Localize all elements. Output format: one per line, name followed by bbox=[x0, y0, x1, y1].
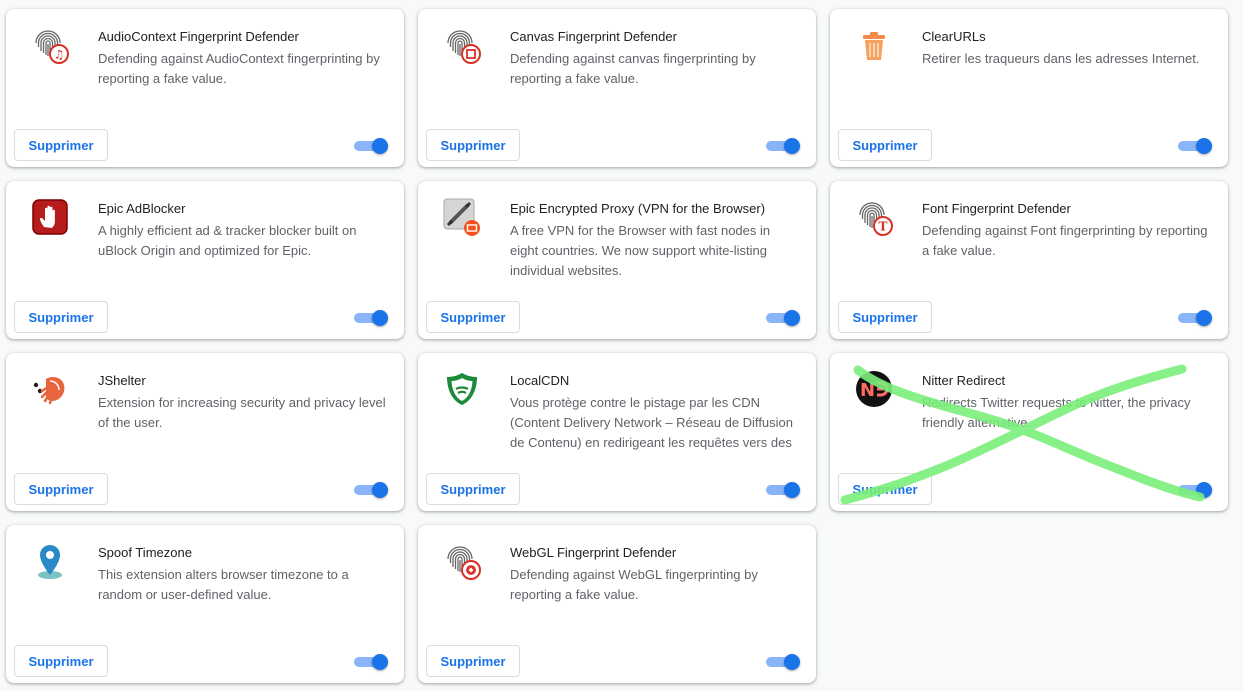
extension-name: Spoof Timezone bbox=[98, 545, 192, 560]
extension-name: WebGL Fingerprint Defender bbox=[510, 545, 677, 560]
extension-description: Defending against Font fingerprinting by… bbox=[922, 223, 1208, 258]
enable-toggle[interactable] bbox=[766, 482, 800, 498]
fingerprint-audio-icon: ♫ bbox=[30, 25, 70, 65]
extension-card: ClearURLs Retirer les traqueurs dans les… bbox=[830, 9, 1228, 167]
extension-card: Epic Encrypted Proxy (VPN for the Browse… bbox=[418, 181, 816, 339]
extension-card: LocalCDN Vous protège contre le pistage … bbox=[418, 353, 816, 511]
svg-text:T: T bbox=[879, 220, 888, 234]
enable-toggle[interactable] bbox=[766, 654, 800, 670]
remove-button[interactable]: Supprimer bbox=[14, 301, 108, 333]
extension-description: Extension for increasing security and pr… bbox=[98, 395, 386, 430]
map-pin-icon bbox=[30, 541, 70, 581]
remove-button[interactable]: Supprimer bbox=[838, 301, 932, 333]
toggle-knob bbox=[372, 138, 388, 154]
extensions-grid: ♫ AudioContext Fingerprint Defender Defe… bbox=[0, 0, 1243, 691]
extension-name: LocalCDN bbox=[510, 373, 570, 388]
enable-toggle[interactable] bbox=[354, 654, 388, 670]
extension-card: N Nitter Redirect Redirects Twitter requ… bbox=[830, 353, 1228, 511]
enable-toggle[interactable] bbox=[766, 310, 800, 326]
extension-name: Font Fingerprint Defender bbox=[922, 201, 1071, 216]
svg-text:N: N bbox=[860, 380, 875, 401]
extension-description: A highly efficient ad & tracker blocker … bbox=[98, 223, 357, 258]
hand-stop-icon bbox=[30, 197, 70, 237]
remove-button[interactable]: Supprimer bbox=[14, 473, 108, 505]
remove-button[interactable]: Supprimer bbox=[426, 129, 520, 161]
enable-toggle[interactable] bbox=[1178, 482, 1212, 498]
extension-name: Nitter Redirect bbox=[922, 373, 1006, 388]
fingerprint-webgl-icon bbox=[442, 541, 482, 581]
extension-description: This extension alters browser timezone t… bbox=[98, 567, 349, 602]
remove-button[interactable]: Supprimer bbox=[426, 473, 520, 505]
nitter-logo-icon: N bbox=[854, 369, 894, 409]
proxy-plug-icon bbox=[442, 197, 482, 237]
fingerprint-canvas-icon bbox=[442, 25, 482, 65]
extension-card: JShelter Extension for increasing securi… bbox=[6, 353, 404, 511]
extension-card: Canvas Fingerprint Defender Defending ag… bbox=[418, 9, 816, 167]
enable-toggle[interactable] bbox=[354, 138, 388, 154]
toggle-knob bbox=[784, 310, 800, 326]
extension-card: T Font Fingerprint Defender Defending ag… bbox=[830, 181, 1228, 339]
extension-name: Epic AdBlocker bbox=[98, 201, 186, 216]
extension-description: A free VPN for the Browser with fast nod… bbox=[510, 223, 771, 278]
toggle-knob bbox=[1196, 482, 1212, 498]
enable-toggle[interactable] bbox=[354, 310, 388, 326]
toggle-knob bbox=[372, 482, 388, 498]
trash-icon bbox=[854, 25, 894, 65]
extension-description: Defending against WebGL fingerprinting b… bbox=[510, 567, 758, 602]
enable-toggle[interactable] bbox=[766, 138, 800, 154]
remove-button[interactable]: Supprimer bbox=[426, 301, 520, 333]
toggle-knob bbox=[784, 138, 800, 154]
enable-toggle[interactable] bbox=[1178, 310, 1212, 326]
remove-button[interactable]: Supprimer bbox=[838, 473, 932, 505]
extension-card: Spoof Timezone This extension alters bro… bbox=[6, 525, 404, 683]
toggle-knob bbox=[372, 654, 388, 670]
enable-toggle[interactable] bbox=[1178, 138, 1212, 154]
extension-card: Epic AdBlocker A highly efficient ad & t… bbox=[6, 181, 404, 339]
extension-name: Canvas Fingerprint Defender bbox=[510, 29, 677, 44]
fingerprint-font-icon: T bbox=[854, 197, 894, 237]
remove-button[interactable]: Supprimer bbox=[14, 129, 108, 161]
enable-toggle[interactable] bbox=[354, 482, 388, 498]
shield-icon bbox=[442, 369, 482, 409]
toggle-knob bbox=[784, 482, 800, 498]
extension-description: Defending against canvas fingerprinting … bbox=[510, 51, 756, 86]
extension-description: Retirer les traqueurs dans les adresses … bbox=[922, 51, 1200, 66]
remove-button[interactable]: Supprimer bbox=[14, 645, 108, 677]
extension-card: ♫ AudioContext Fingerprint Defender Defe… bbox=[6, 9, 404, 167]
svg-text:♫: ♫ bbox=[54, 48, 65, 62]
extension-description: Defending against AudioContext fingerpri… bbox=[98, 51, 380, 86]
extension-name: ClearURLs bbox=[922, 29, 986, 44]
remove-button[interactable]: Supprimer bbox=[426, 645, 520, 677]
extension-description: Vous protège contre le pistage par les C… bbox=[510, 395, 794, 450]
toggle-knob bbox=[372, 310, 388, 326]
toggle-knob bbox=[1196, 138, 1212, 154]
extension-description: Redirects Twitter requests to Nitter, th… bbox=[922, 395, 1191, 430]
extension-name: AudioContext Fingerprint Defender bbox=[98, 29, 299, 44]
toggle-knob bbox=[1196, 310, 1212, 326]
remove-button[interactable]: Supprimer bbox=[838, 129, 932, 161]
extension-name: Epic Encrypted Proxy (VPN for the Browse… bbox=[510, 201, 766, 216]
extension-name: JShelter bbox=[98, 373, 146, 388]
toggle-knob bbox=[784, 654, 800, 670]
hermit-crab-icon bbox=[30, 369, 70, 409]
extension-card: WebGL Fingerprint Defender Defending aga… bbox=[418, 525, 816, 683]
